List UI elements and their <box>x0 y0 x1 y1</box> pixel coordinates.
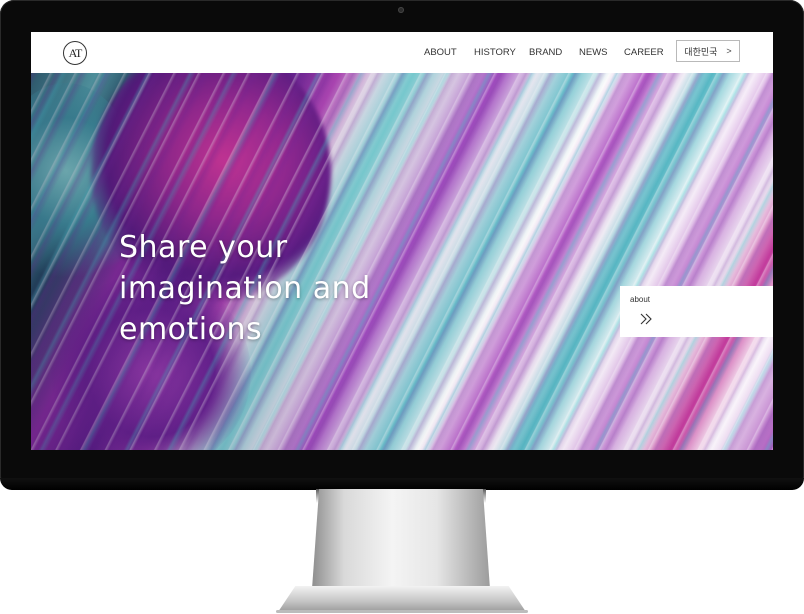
nav-item-history[interactable]: HISTORY <box>474 47 516 58</box>
language-select-button[interactable]: 대한민국 > <box>676 40 740 62</box>
language-label: 대한민국 <box>684 46 718 57</box>
monitor-stand-neck <box>312 489 490 589</box>
headline-line-3: emotions <box>119 312 263 347</box>
about-label: about <box>630 295 651 304</box>
headline-line-2: imagination and <box>119 271 371 306</box>
chevron-right-icon: > <box>726 46 732 56</box>
monitor-stand-edge <box>276 610 528 613</box>
hero-banner: Share your imagination and emotions abou… <box>31 73 773 450</box>
nav-item-career[interactable]: CAREER <box>624 47 664 58</box>
nav-item-news[interactable]: NEWS <box>579 47 608 58</box>
nav-item-brand[interactable]: BRAND <box>529 47 562 58</box>
nav-item-about[interactable]: ABOUT <box>424 47 457 58</box>
double-chevron-right-icon <box>640 313 652 325</box>
about-card[interactable]: about <box>620 286 773 337</box>
monitor-frame: AT ABOUT HISTORY BRAND NEWS CAREER 대한민국 … <box>0 0 804 490</box>
site-header: AT ABOUT HISTORY BRAND NEWS CAREER 대한민국 … <box>31 32 773 73</box>
logo[interactable]: AT <box>63 41 87 65</box>
headline-line-1: Share your <box>119 230 288 265</box>
webcam-icon <box>398 7 404 13</box>
monitor-screen: AT ABOUT HISTORY BRAND NEWS CAREER 대한민국 … <box>31 32 773 450</box>
monitor-stand-base <box>278 586 526 612</box>
hero-headline: Share your imagination and emotions <box>119 227 371 350</box>
